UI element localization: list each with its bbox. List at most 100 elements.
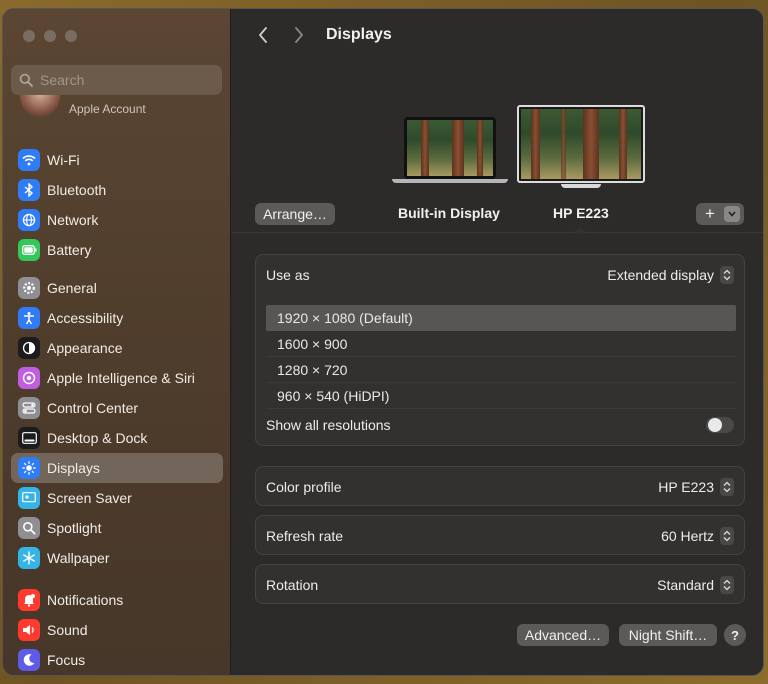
sidebar-item-label: Wi-Fi [47, 152, 80, 168]
use-as-label: Use as [266, 267, 310, 283]
sidebar-item-screen-saver[interactable]: Screen Saver [11, 483, 223, 513]
sidebar-item-displays[interactable]: Displays [11, 453, 223, 483]
external-display-label[interactable]: HP E223 [553, 205, 609, 221]
resolution-option[interactable]: 1920 × 1080 (Default) [266, 305, 736, 331]
external-display-thumbnail[interactable] [517, 105, 645, 188]
up-down-icon[interactable] [720, 527, 734, 545]
search-input[interactable] [40, 72, 200, 88]
add-display-button[interactable]: + [696, 203, 744, 225]
sidebar-item-accessibility[interactable]: Accessibility [11, 303, 223, 333]
chevron-right-icon [295, 27, 303, 43]
avatar [20, 95, 60, 117]
sidebar-item-network[interactable]: Network [11, 205, 223, 235]
sidebar-item-label: Screen Saver [47, 490, 132, 506]
sidebar-item-apple-intelligence-siri[interactable]: Apple Intelligence & Siri [11, 363, 223, 393]
siri-icon [18, 367, 40, 389]
minimize-button[interactable] [44, 30, 56, 42]
speaker-icon [18, 619, 40, 641]
sidebar-item-label: Battery [47, 242, 92, 258]
setting-value[interactable]: Standard [657, 577, 714, 593]
resolution-option[interactable]: 960 × 540 (HiDPI) [266, 383, 736, 409]
resolution-option[interactable]: 1600 × 900 [266, 331, 736, 357]
sidebar-item-notifications[interactable]: Notifications [11, 585, 223, 615]
sidebar-item-label: General [47, 280, 97, 296]
wifi-icon [18, 149, 40, 171]
zoom-button[interactable] [65, 30, 77, 42]
sidebar-item-label: Appearance [47, 340, 123, 356]
sidebar-item-wi-fi[interactable]: Wi-Fi [11, 145, 223, 175]
sidebar-item-label: Displays [47, 460, 100, 476]
advanced-button[interactable]: Advanced… [517, 624, 609, 646]
search-field[interactable] [11, 65, 222, 95]
sidebar-item-general[interactable]: General [11, 273, 223, 303]
sidebar-item-label: Notifications [47, 592, 124, 608]
display-arrangement: Arrange… Built-in Display HP E223 + [231, 63, 763, 234]
chevron-down-icon [724, 206, 740, 222]
sidebar-item-label: Apple Intelligence & Siri [47, 370, 195, 386]
gear-icon [18, 277, 40, 299]
use-as-row: Use as Extended display [256, 263, 744, 287]
apple-account-item[interactable]: Apple Account [17, 95, 227, 123]
sidebar-item-battery[interactable]: Battery [11, 235, 223, 265]
sidebar-item-label: Spotlight [47, 520, 102, 536]
builtin-display-label[interactable]: Built-in Display [398, 205, 500, 221]
help-button[interactable]: ? [724, 624, 746, 646]
refresh-rate-row: Refresh rate 60 Hertz [255, 515, 745, 555]
close-button[interactable] [23, 30, 35, 42]
show-all-toggle[interactable] [706, 417, 734, 433]
globe-icon [18, 209, 40, 231]
sun-icon [18, 457, 40, 479]
back-button[interactable] [253, 25, 273, 45]
sidebar-group: General Accessibility Appearance Apple Inte… [11, 273, 223, 573]
resolution-list: 1920 × 1080 (Default) 1600 × 900 1280 × 72… [266, 305, 736, 409]
magnifier-icon [18, 517, 40, 539]
use-as-value[interactable]: Extended display [607, 267, 714, 283]
sidebar-item-wallpaper[interactable]: Wallpaper [11, 543, 223, 573]
selection-caret [572, 227, 588, 234]
plus-icon: + [705, 204, 715, 223]
window-controls [23, 30, 77, 42]
bell-icon [18, 589, 40, 611]
sidebar-item-label: Focus [47, 652, 86, 668]
dock-icon [18, 427, 40, 449]
setting-value[interactable]: HP E223 [658, 479, 714, 495]
settings-window: Apple Account Wi-Fi Bluetooth Network Batte… [2, 8, 764, 676]
up-down-icon[interactable] [720, 478, 734, 496]
search-icon [19, 73, 33, 87]
sidebar-item-appearance[interactable]: Appearance [11, 333, 223, 363]
color-profile-row: Color profile HP E223 [255, 466, 745, 506]
battery-icon [18, 239, 40, 261]
setting-value[interactable]: 60 Hertz [661, 528, 714, 544]
sidebar-item-label: Control Center [47, 400, 139, 416]
builtin-display-thumbnail[interactable] [392, 117, 520, 183]
show-all-resolutions-row: Show all resolutions [256, 413, 744, 437]
setting-label: Refresh rate [266, 528, 344, 544]
up-down-icon[interactable] [720, 576, 734, 594]
sidebar-group: Wi-Fi Bluetooth Network Battery [11, 145, 223, 265]
sidebar-item-label: Wallpaper [47, 550, 110, 566]
sidebar-item-bluetooth[interactable]: Bluetooth [11, 175, 223, 205]
sidebar-item-label: Accessibility [47, 310, 124, 326]
appearance-icon [18, 337, 40, 359]
accessibility-icon [18, 307, 40, 329]
sidebar-item-sound[interactable]: Sound [11, 615, 223, 645]
screen-saver-icon [18, 487, 40, 509]
sidebar-item-label: Desktop & Dock [47, 430, 148, 446]
sidebar-item-control-center[interactable]: Control Center [11, 393, 223, 423]
control-center-icon [18, 397, 40, 419]
setting-label: Color profile [266, 479, 342, 495]
setting-label: Rotation [266, 577, 319, 593]
sidebar-item-focus[interactable]: Focus [11, 645, 223, 675]
sidebar: Apple Account Wi-Fi Bluetooth Network Batte… [3, 9, 231, 675]
forward-button[interactable] [289, 25, 309, 45]
sidebar-item-label: Bluetooth [47, 182, 107, 198]
arrange-button[interactable]: Arrange… [255, 203, 335, 225]
resolution-option[interactable]: 1280 × 720 [266, 357, 736, 383]
use-as-group: Use as Extended display 1920 × 1080 (Def… [255, 254, 745, 446]
show-all-label: Show all resolutions [266, 417, 391, 433]
sidebar-item-desktop-dock[interactable]: Desktop & Dock [11, 423, 223, 453]
sidebar-item-spotlight[interactable]: Spotlight [11, 513, 223, 543]
night-shift-button[interactable]: Night Shift… [619, 624, 717, 646]
up-down-icon[interactable] [720, 266, 734, 284]
sidebar-item-label: Sound [47, 622, 88, 638]
